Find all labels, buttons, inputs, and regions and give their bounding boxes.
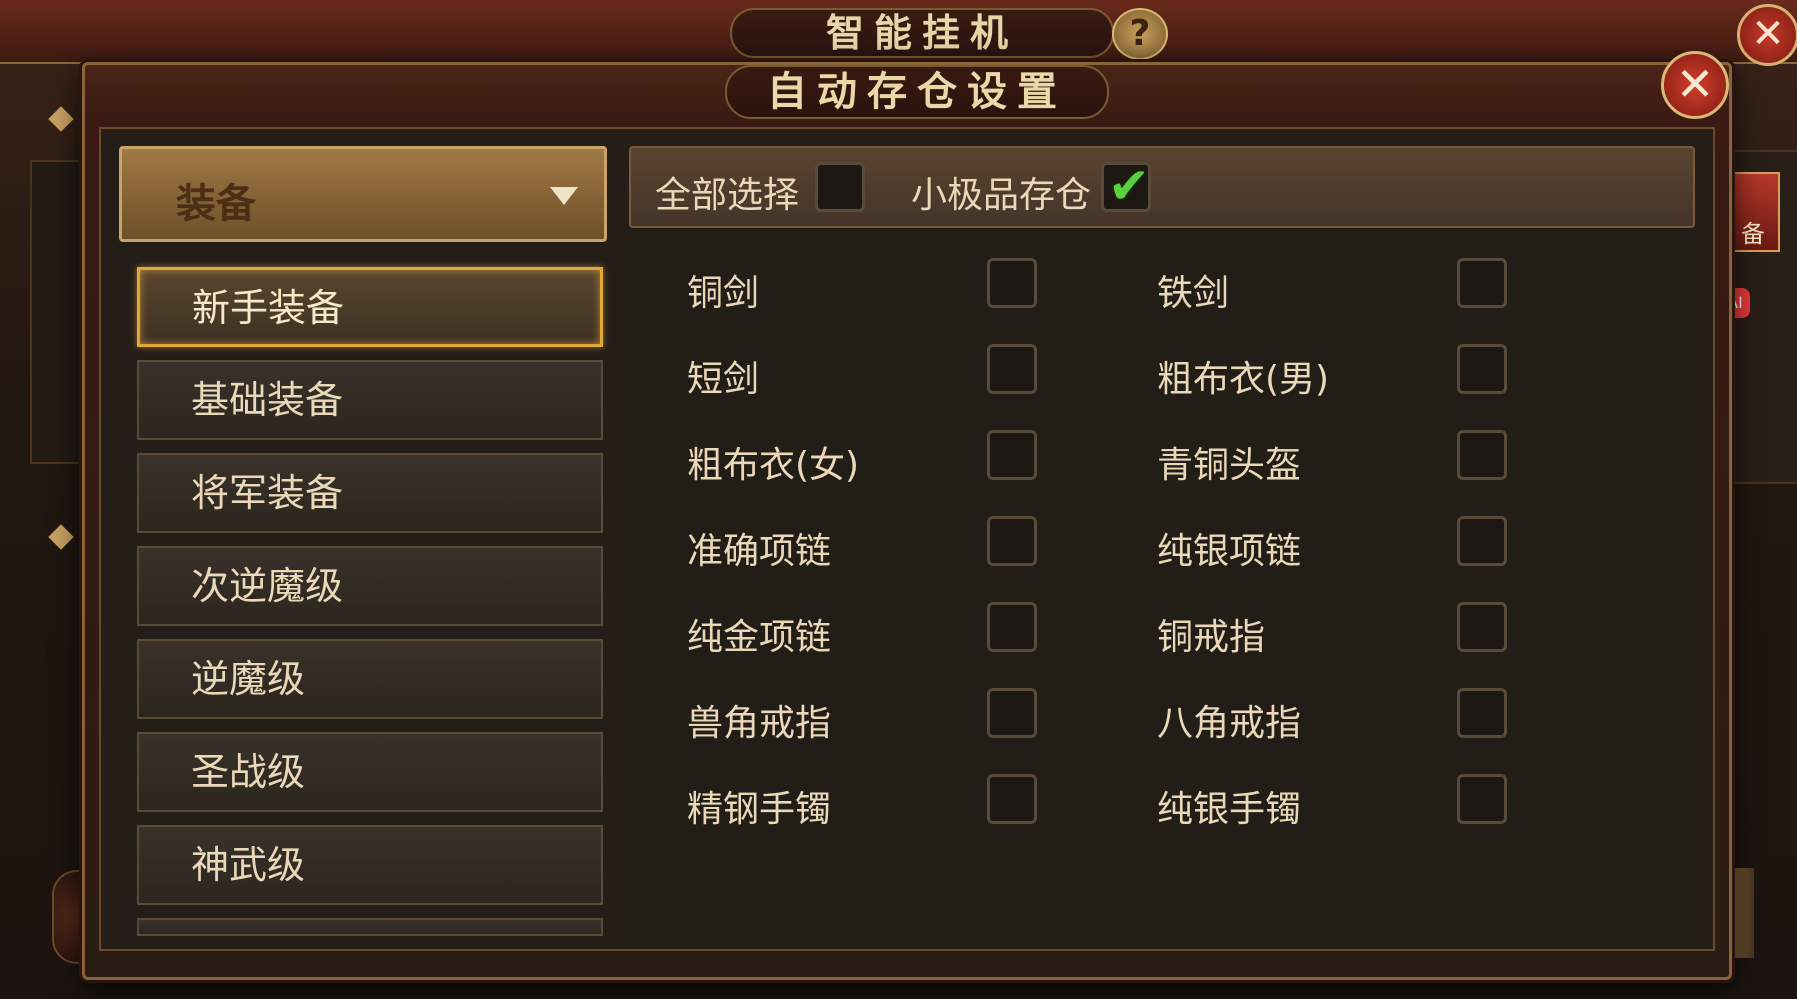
select-all-checkbox[interactable] — [815, 162, 865, 212]
item-checkbox[interactable] — [1457, 774, 1507, 824]
category-item-general[interactable]: 将军装备 — [137, 453, 603, 533]
category-item-novice[interactable]: 新手装备 — [137, 267, 603, 347]
item-checkbox[interactable] — [987, 516, 1037, 566]
minor-item-storage-label: 小极品存仓 — [911, 175, 1092, 216]
item-checkbox[interactable] — [987, 258, 1037, 308]
item-label: 八角戒指 — [1157, 703, 1302, 744]
chevron-down-icon — [550, 187, 578, 205]
item-checkbox[interactable] — [987, 602, 1037, 652]
item-label: 短剑 — [687, 359, 760, 400]
category-item-basic[interactable]: 基础装备 — [137, 360, 603, 440]
item-checkbox[interactable] — [987, 774, 1037, 824]
category-item-nimo[interactable]: 逆魔级 — [137, 639, 603, 719]
dialog-title: 自动存仓设置 — [725, 65, 1109, 119]
item-pane: 全部选择 小极品存仓 ✔ 铜剑 铁剑 短剑 粗布衣(男) 粗布衣(女) 青铜头盔… — [629, 146, 1695, 946]
item-row: 铜剑 铁剑 — [629, 244, 1695, 330]
auto-storage-settings-dialog: 自动存仓设置 ✕ 装备 新手装备 基础装备 将军装备 次逆魔级 逆魔级 圣战级 … — [82, 51, 1732, 980]
category-dropdown[interactable]: 装备 — [119, 146, 607, 242]
close-icon[interactable]: ✕ — [1661, 51, 1729, 119]
item-checkbox[interactable] — [987, 688, 1037, 738]
category-item-shengzhan[interactable]: 圣战级 — [137, 732, 603, 812]
dialog-body: 装备 新手装备 基础装备 将军装备 次逆魔级 逆魔级 圣战级 神武级 全部选择 … — [99, 127, 1715, 951]
item-checkbox[interactable] — [1457, 688, 1507, 738]
item-label: 铜剑 — [687, 273, 760, 314]
item-label: 粗布衣(女) — [687, 445, 860, 486]
item-row: 纯金项链 铜戒指 — [629, 588, 1695, 674]
category-item-sub-nimo[interactable]: 次逆魔级 — [137, 546, 603, 626]
category-item-shenwu[interactable]: 神武级 — [137, 825, 603, 905]
item-label: 纯银项链 — [1157, 531, 1302, 572]
item-row: 兽角戒指 八角戒指 — [629, 674, 1695, 760]
item-checkbox[interactable] — [1457, 258, 1507, 308]
selection-bar: 全部选择 小极品存仓 ✔ — [629, 146, 1695, 228]
select-all-label: 全部选择 — [655, 175, 800, 216]
item-row: 精钢手镯 纯银手镯 — [629, 760, 1695, 846]
category-dropdown-value: 装备 — [176, 181, 256, 227]
item-label: 兽角戒指 — [687, 703, 832, 744]
item-label: 铜戒指 — [1157, 617, 1266, 658]
equipment-badge[interactable]: 备 — [1726, 172, 1780, 252]
item-label: 精钢手镯 — [687, 789, 832, 830]
background-window-title: 智能挂机 — [730, 8, 1114, 58]
item-row: 短剑 粗布衣(男) — [629, 330, 1695, 416]
item-row: 准确项链 纯银项链 — [629, 502, 1695, 588]
category-list: 新手装备 基础装备 将军装备 次逆魔级 逆魔级 圣战级 神武级 — [137, 267, 603, 936]
item-label: 准确项链 — [687, 531, 832, 572]
category-item-partial[interactable] — [137, 918, 603, 936]
item-checkbox[interactable] — [1457, 430, 1507, 480]
item-checkbox[interactable] — [1457, 344, 1507, 394]
item-checkbox[interactable] — [987, 344, 1037, 394]
minor-item-storage-checkbox[interactable]: ✔ — [1101, 157, 1151, 215]
item-label: 青铜头盔 — [1157, 445, 1302, 486]
item-checkbox[interactable] — [987, 430, 1037, 480]
help-icon[interactable]: ? — [1112, 8, 1168, 60]
checkmark-icon: ✔ — [1108, 157, 1150, 215]
item-checkbox[interactable] — [1457, 516, 1507, 566]
item-label: 纯银手镯 — [1157, 789, 1302, 830]
item-label: 铁剑 — [1157, 273, 1230, 314]
item-checkbox[interactable] — [1457, 602, 1507, 652]
item-row: 粗布衣(女) 青铜头盔 — [629, 416, 1695, 502]
item-label: 纯金项链 — [687, 617, 832, 658]
item-label: 粗布衣(男) — [1157, 359, 1330, 400]
background-close-icon[interactable]: ✕ — [1737, 4, 1797, 66]
